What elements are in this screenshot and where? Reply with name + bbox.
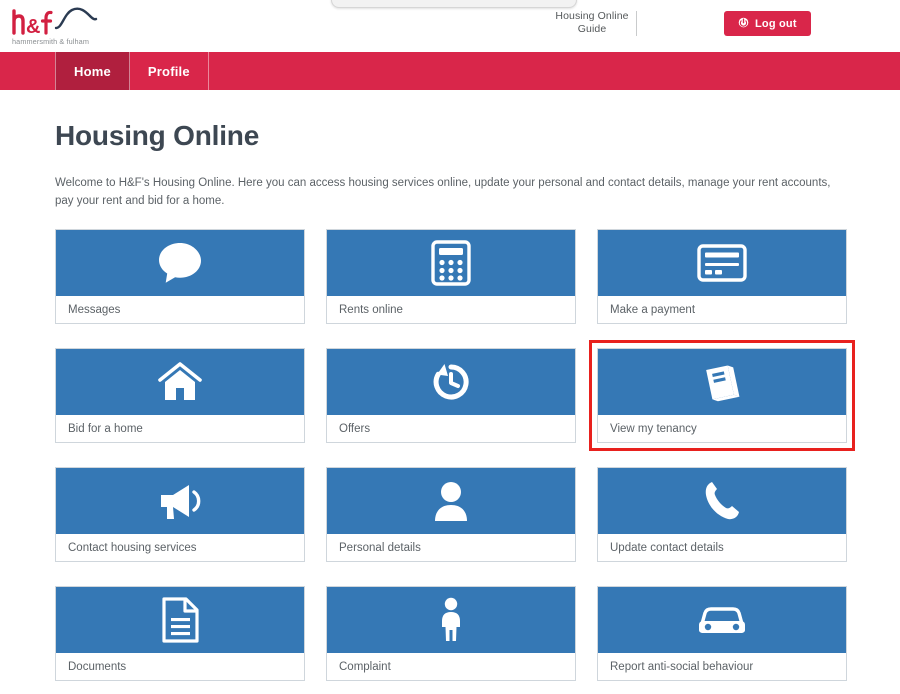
tile-icon-area [56,587,304,653]
tile-complaint[interactable]: Complaint [326,586,576,681]
tile-icon-area [598,587,846,653]
guide-link-line-1: Housing Online [555,10,629,22]
calculator-icon [431,240,471,286]
nav-item-home-label: Home [74,63,111,79]
car-icon [696,602,748,638]
tile-label: Contact housing services [56,534,304,561]
tile-label: View my tenancy [598,415,846,442]
tile-label: Bid for a home [56,415,304,442]
tile-icon-area [327,468,575,534]
tile-label: Documents [56,653,304,680]
tile-label: Rents online [327,296,575,323]
phone-icon [701,479,743,523]
tile-label: Messages [56,296,304,323]
sign-out-icon [738,17,749,31]
tile-label: Complaint [327,653,575,680]
tile-icon-area [598,230,846,296]
svg-text:&: & [26,16,40,38]
tile-messages[interactable]: Messages [55,229,305,324]
housing-online-guide-link[interactable]: Housing Online Guide [548,10,636,36]
tile-bid-for-a-home[interactable]: Bid for a home [55,348,305,443]
tile-icon-area [598,349,846,415]
page-title: Housing Online [55,120,260,151]
tile-label: Make a payment [598,296,846,323]
tile-label: Personal details [327,534,575,561]
housing-online-page: & hammersmith & fulham Housing Online Gu… [0,0,900,694]
tile-icon-area [327,349,575,415]
top-header: & hammersmith & fulham Housing Online Gu… [0,0,900,52]
service-tile-grid: Messages Rents online Make a payment Bid… [55,229,855,681]
svg-text:hammersmith & fulham: hammersmith & fulham [12,37,89,46]
tile-make-a-payment[interactable]: Make a payment [597,229,847,324]
tile-documents[interactable]: Documents [55,586,305,681]
hf-logo[interactable]: & hammersmith & fulham [6,2,106,48]
nav-item-profile[interactable]: Profile [130,52,209,90]
house-icon [156,360,204,404]
tile-update-contact-details[interactable]: Update contact details [597,467,847,562]
welcome-text: Welcome to H&F's Housing Online. Here yo… [55,177,831,207]
guide-link-line-2: Guide [577,23,607,35]
tile-view-my-tenancy[interactable]: View my tenancy [589,340,855,451]
tile-icon-area [56,349,304,415]
tile-icon-area [56,468,304,534]
tile-label: Offers [327,415,575,442]
tile-offers[interactable]: Offers [326,348,576,443]
standing-person-icon [437,597,465,643]
speech-bubble-icon [157,241,203,285]
tile-label: Report anti-social behaviour [598,653,846,680]
tile-report-anti-social-behaviour[interactable]: Report anti-social behaviour [597,586,847,681]
megaphone-icon [155,479,205,523]
book-icon [700,360,744,404]
tile-personal-details[interactable]: Personal details [326,467,576,562]
tile-icon-area [327,230,575,296]
tile-contact-housing-services[interactable]: Contact housing services [55,467,305,562]
nav-item-profile-label: Profile [147,63,190,79]
logout-label: Log out [755,17,797,30]
tile-rents-online[interactable]: Rents online [326,229,576,324]
history-clock-icon [429,360,473,404]
tile-icon-area [327,587,575,653]
tile-label: Update contact details [598,534,846,561]
logout-button[interactable]: Log out [724,11,811,36]
main-navigation: Home Profile [0,52,900,90]
header-divider [636,11,637,36]
document-icon [160,597,200,643]
partially-visible-panel [331,0,577,8]
tile-icon-area [56,230,304,296]
person-icon [431,479,471,523]
tile-icon-area [598,468,846,534]
credit-card-icon [697,244,747,282]
main-content: Housing Online Welcome to H&F's Housing … [0,120,900,681]
nav-item-home[interactable]: Home [55,52,130,90]
